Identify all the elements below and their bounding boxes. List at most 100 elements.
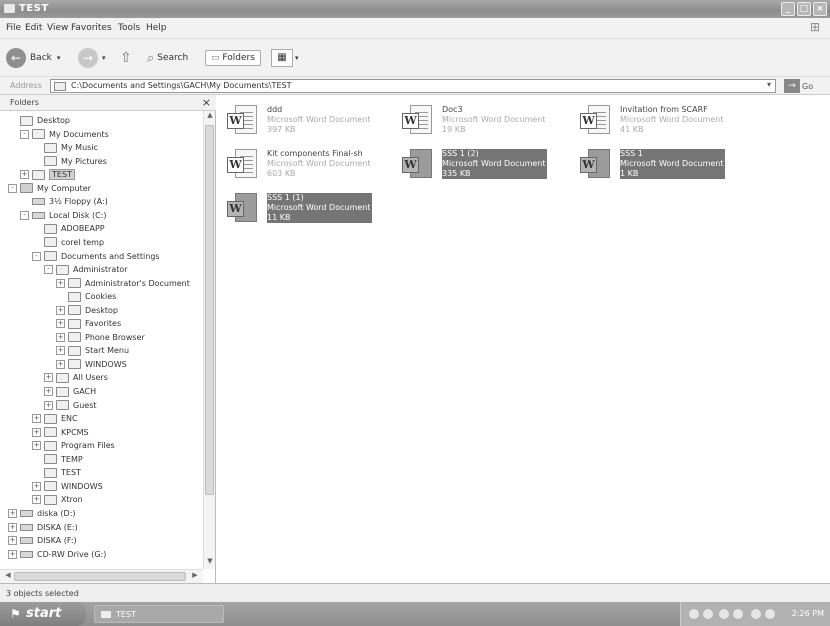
tree-item[interactable]: + CD-RW Drive (G:)	[8, 548, 106, 561]
address-input[interactable]: C:\Documents and Settings\GACH\My Docume…	[50, 79, 776, 93]
expand-icon[interactable]: +	[20, 170, 29, 180]
menu-file[interactable]: File	[6, 23, 21, 33]
expand-icon[interactable]: +	[56, 332, 65, 342]
expand-icon[interactable]: +	[44, 373, 53, 383]
scroll-thumb[interactable]	[205, 125, 214, 495]
tree-item[interactable]: corel temp	[32, 236, 104, 249]
expand-icon[interactable]: +	[32, 441, 41, 451]
expand-icon[interactable]: +	[8, 536, 17, 546]
expand-icon[interactable]: +	[32, 481, 41, 491]
tray-antivirus-icon[interactable]	[751, 609, 761, 619]
close-button[interactable]: ×	[813, 2, 827, 16]
tree-item[interactable]: + GACH	[44, 385, 96, 398]
tree-item[interactable]: My Pictures	[32, 155, 107, 168]
tree-item[interactable]: - Local Disk (C:)	[20, 209, 107, 222]
expand-icon[interactable]: +	[8, 508, 17, 518]
tray-volume-icon[interactable]	[733, 609, 743, 619]
horizontal-scrollbar[interactable]: ◀ ▶	[0, 569, 203, 583]
expand-icon[interactable]: +	[56, 346, 65, 356]
tree-item[interactable]: + Favorites	[56, 317, 121, 330]
menu-edit[interactable]: Edit	[25, 23, 42, 33]
tree-item[interactable]: - Administrator	[44, 263, 128, 276]
menu-tools[interactable]: Tools	[118, 23, 140, 33]
tree-item[interactable]: + ENC	[32, 412, 78, 425]
collapse-icon[interactable]: -	[32, 251, 41, 261]
tree-item[interactable]: + DISKA (F:)	[8, 534, 77, 547]
expand-icon[interactable]: +	[8, 522, 17, 532]
tree-item[interactable]: + DISKA (E:)	[8, 521, 78, 534]
tree-item[interactable]: Desktop	[8, 114, 70, 127]
menu-favorites[interactable]: Favorites	[71, 23, 112, 33]
tree-item[interactable]: + Start Menu	[56, 344, 129, 357]
expand-icon[interactable]: +	[32, 427, 41, 437]
scroll-thumb[interactable]	[14, 572, 186, 581]
tree-item[interactable]: + TEST	[20, 168, 75, 181]
tree-item[interactable]: 3½ Floppy (A:)	[20, 195, 108, 208]
tree-item[interactable]: + Xtron	[32, 493, 83, 506]
views-button[interactable]: ▦ ▾	[271, 46, 299, 70]
file-item[interactable]: W ddd Microsoft Word Document 397 KB	[222, 102, 372, 140]
tree-item[interactable]: + Program Files	[32, 439, 115, 452]
expand-icon[interactable]: +	[32, 414, 41, 424]
expand-icon[interactable]: +	[8, 549, 17, 559]
tree-item[interactable]: + Administrator's Document	[56, 277, 190, 290]
file-item[interactable]: W SSS 1 (1) Microsoft Word Document 11 KB	[222, 190, 372, 228]
start-button[interactable]: ⚑ start	[0, 602, 86, 626]
collapse-icon[interactable]: -	[20, 210, 29, 220]
tree-item[interactable]: TEST	[32, 466, 81, 479]
tree-item[interactable]: + WINDOWS	[56, 358, 127, 371]
expand-icon[interactable]: +	[44, 400, 53, 410]
collapse-icon[interactable]: -	[8, 183, 17, 193]
tray-app-icon[interactable]	[703, 609, 713, 619]
expand-icon[interactable]: +	[56, 305, 65, 315]
tray-update-icon[interactable]	[765, 609, 775, 619]
file-item[interactable]: W Kit components Final-sh Microsoft Word …	[222, 146, 372, 184]
expand-icon[interactable]: +	[32, 495, 41, 505]
tree-item[interactable]: + WINDOWS	[32, 480, 103, 493]
collapse-icon[interactable]: -	[20, 129, 29, 139]
scroll-left-icon[interactable]: ◀	[2, 571, 14, 583]
file-item[interactable]: W Invitation from SCARF Microsoft Word Do…	[575, 102, 725, 140]
chevron-down-icon[interactable]: ▾	[763, 80, 775, 92]
collapse-icon[interactable]: -	[44, 265, 53, 275]
forward-button[interactable]: → ▾	[78, 46, 106, 70]
maximize-button[interactable]: □	[797, 2, 811, 16]
tree-item[interactable]: + Phone Browser	[56, 331, 145, 344]
go-button[interactable]: → Go	[784, 79, 813, 93]
back-button[interactable]: ← Back ▾	[6, 46, 60, 70]
expand-icon[interactable]: +	[56, 319, 65, 329]
expand-icon[interactable]: +	[44, 387, 53, 396]
tree-item[interactable]: + Desktop	[56, 304, 118, 317]
tree-item[interactable]: - Documents and Settings	[32, 250, 160, 263]
tree-item[interactable]: + All Users	[44, 371, 108, 384]
tree-item[interactable]: + Guest	[44, 399, 97, 412]
tray-network-icon[interactable]	[689, 609, 699, 619]
tree-item[interactable]: + diska (D:)	[8, 507, 76, 520]
menu-view[interactable]: View	[47, 23, 68, 33]
tray-security-icon[interactable]	[719, 609, 729, 619]
search-button[interactable]: ⌕ Search	[147, 46, 188, 70]
file-item[interactable]: W SSS 1 (2) Microsoft Word Document 335 KB	[397, 146, 547, 184]
vertical-scrollbar[interactable]: ▲ ▼	[203, 111, 215, 569]
scroll-up-icon[interactable]: ▲	[204, 111, 216, 123]
folders-button[interactable]: ▭ Folders	[205, 46, 261, 70]
tree-item[interactable]: ADOBEAPP	[32, 222, 105, 235]
up-folder-button[interactable]: ⇧	[120, 46, 132, 70]
file-item[interactable]: W Doc3 Microsoft Word Document 19 KB	[397, 102, 547, 140]
tree-item[interactable]: - My Documents	[20, 128, 109, 141]
tree-item[interactable]: My Music	[32, 141, 98, 154]
address-value[interactable]: C:\Documents and Settings\GACH\My Docume…	[71, 81, 291, 90]
expand-icon[interactable]: +	[56, 278, 65, 288]
file-item[interactable]: W SSS 1 Microsoft Word Document 1 KB	[575, 146, 725, 184]
menu-help[interactable]: Help	[146, 23, 167, 33]
tree-item[interactable]: TEMP	[32, 453, 83, 466]
tree-item[interactable]: - My Computer	[8, 182, 91, 195]
minimize-button[interactable]: _	[781, 2, 795, 16]
tree-item[interactable]: + KPCMS	[32, 426, 89, 439]
close-icon[interactable]: ×	[202, 96, 211, 109]
tree-item[interactable]: Cookies	[56, 290, 116, 303]
folders-toggle[interactable]: ▭ Folders	[205, 50, 261, 66]
taskbar-window-button[interactable]: TEST	[94, 605, 224, 623]
scroll-right-icon[interactable]: ▶	[189, 571, 201, 583]
expand-icon[interactable]: +	[56, 359, 65, 369]
